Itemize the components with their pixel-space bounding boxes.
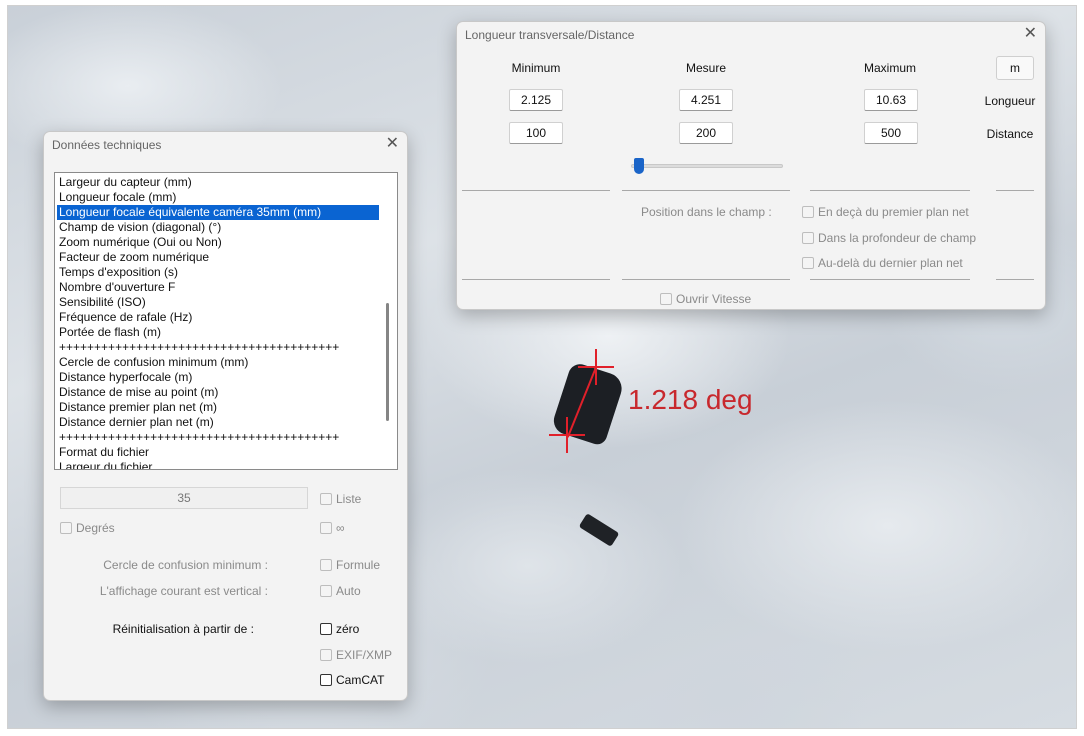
list-item[interactable]: Temps d'exposition (s) <box>57 265 379 280</box>
longueur-mesure-field[interactable]: 4.251 <box>679 89 733 111</box>
list-item[interactable]: Distance hyperfocale (m) <box>57 370 379 385</box>
zero-checkbox[interactable]: zéro <box>320 622 359 636</box>
checkbox-icon <box>660 293 672 305</box>
separator <box>462 279 610 280</box>
list-item[interactable]: ++++++++++++++++++++++++++++++++++++++++ <box>57 430 379 445</box>
dans-checkbox[interactable]: Dans la profondeur de champ <box>802 231 976 245</box>
list-scrollbar[interactable] <box>381 175 395 467</box>
value-field[interactable]: 35 <box>60 487 308 509</box>
separator <box>462 190 610 191</box>
list-item[interactable]: ++++++++++++++++++++++++++++++++++++++++ <box>57 340 379 355</box>
close-icon[interactable]: ✕ <box>1024 24 1037 44</box>
checkbox-icon <box>802 206 814 218</box>
checkbox-icon <box>60 522 72 534</box>
position-label: Position dans le champ : <box>641 205 772 219</box>
col-mesure: Mesure <box>685 61 726 75</box>
window-title: Données techniques <box>52 138 162 152</box>
list-item[interactable]: Facteur de zoom numérique <box>57 250 379 265</box>
reinit-label: Réinitialisation à partir de : <box>112 622 254 636</box>
separator <box>622 190 790 191</box>
auto-checkbox[interactable]: Auto <box>320 584 361 598</box>
list-item[interactable]: Distance premier plan net (m) <box>57 400 379 415</box>
list-item[interactable]: Longueur focale (mm) <box>57 190 379 205</box>
exif-checkbox[interactable]: EXIF/XMP <box>320 648 392 662</box>
row-longueur: Longueur <box>984 94 1036 108</box>
en-deca-checkbox[interactable]: En deçà du premier plan net <box>802 205 969 219</box>
distance-min-field[interactable]: 100 <box>509 122 563 144</box>
affichage-label: L'affichage courant est vertical : <box>99 584 268 598</box>
list-item[interactable]: Longueur focale équivalente caméra 35mm … <box>57 205 379 220</box>
longueur-max-field[interactable]: 10.63 <box>864 89 918 111</box>
distance-slider-track[interactable] <box>631 164 783 168</box>
list-item[interactable]: Champ de vision (diagonal) (°) <box>57 220 379 235</box>
separator <box>810 190 970 191</box>
checkbox-icon <box>320 649 332 661</box>
row-distance: Distance <box>986 127 1034 141</box>
separator <box>622 279 790 280</box>
distance-slider-thumb[interactable] <box>633 158 644 174</box>
parameter-list[interactable]: Largeur du capteur (mm) Longueur focale (… <box>54 172 398 470</box>
col-minimum: Minimum <box>511 61 561 75</box>
checkbox-icon <box>320 623 332 635</box>
checkbox-icon <box>320 585 332 597</box>
list-item[interactable]: Nombre d'ouverture F <box>57 280 379 295</box>
degres-checkbox[interactable]: Degrés <box>60 521 115 535</box>
separator <box>810 279 970 280</box>
checkbox-icon <box>802 257 814 269</box>
close-icon[interactable]: ✕ <box>386 134 399 154</box>
checkbox-icon <box>802 232 814 244</box>
formule-checkbox[interactable]: Formule <box>320 558 380 572</box>
object-small <box>578 513 620 547</box>
distance-mesure-field[interactable]: 200 <box>679 122 733 144</box>
list-item[interactable]: Sensibilité (ISO) <box>57 295 379 310</box>
checkbox-icon <box>320 674 332 686</box>
list-item[interactable]: Format du fichier <box>57 445 379 460</box>
checkbox-icon <box>320 522 332 534</box>
infinity-checkbox[interactable]: ∞ <box>320 521 345 535</box>
checkbox-icon <box>320 493 332 505</box>
angle-label: 1.218 deg <box>628 384 753 415</box>
list-item[interactable]: Largeur du fichier <box>57 460 379 469</box>
distance-window: Longueur transversale/Distance ✕ Minimum… <box>456 21 1046 310</box>
checkbox-icon <box>320 559 332 571</box>
longueur-min-field[interactable]: 2.125 <box>509 89 563 111</box>
liste-checkbox[interactable]: Liste <box>320 492 361 506</box>
list-item[interactable]: Fréquence de rafale (Hz) <box>57 310 379 325</box>
list-item[interactable]: Largeur du capteur (mm) <box>57 175 379 190</box>
ouvrir-vitesse-checkbox[interactable]: Ouvrir Vitesse <box>660 292 751 306</box>
window-title: Longueur transversale/Distance <box>465 28 635 42</box>
list-item[interactable]: Zoom numérique (Oui ou Non) <box>57 235 379 250</box>
unit-button[interactable]: m <box>996 56 1034 80</box>
list-item[interactable]: Portée de flash (m) <box>57 325 379 340</box>
au-dela-checkbox[interactable]: Au-delà du dernier plan net <box>802 256 963 270</box>
list-item[interactable]: Cercle de confusion minimum (mm) <box>57 355 379 370</box>
list-item[interactable]: Distance de mise au point (m) <box>57 385 379 400</box>
list-item[interactable]: Distance dernier plan net (m) <box>57 415 379 430</box>
camcat-checkbox[interactable]: CamCAT <box>320 673 384 687</box>
tech-data-window: Données techniques ✕ Largeur du capteur … <box>43 131 408 701</box>
separator <box>996 279 1034 280</box>
cercle-label: Cercle de confusion minimum : <box>103 558 268 572</box>
distance-max-field[interactable]: 500 <box>864 122 918 144</box>
separator <box>996 190 1034 191</box>
col-maximum: Maximum <box>863 61 916 75</box>
